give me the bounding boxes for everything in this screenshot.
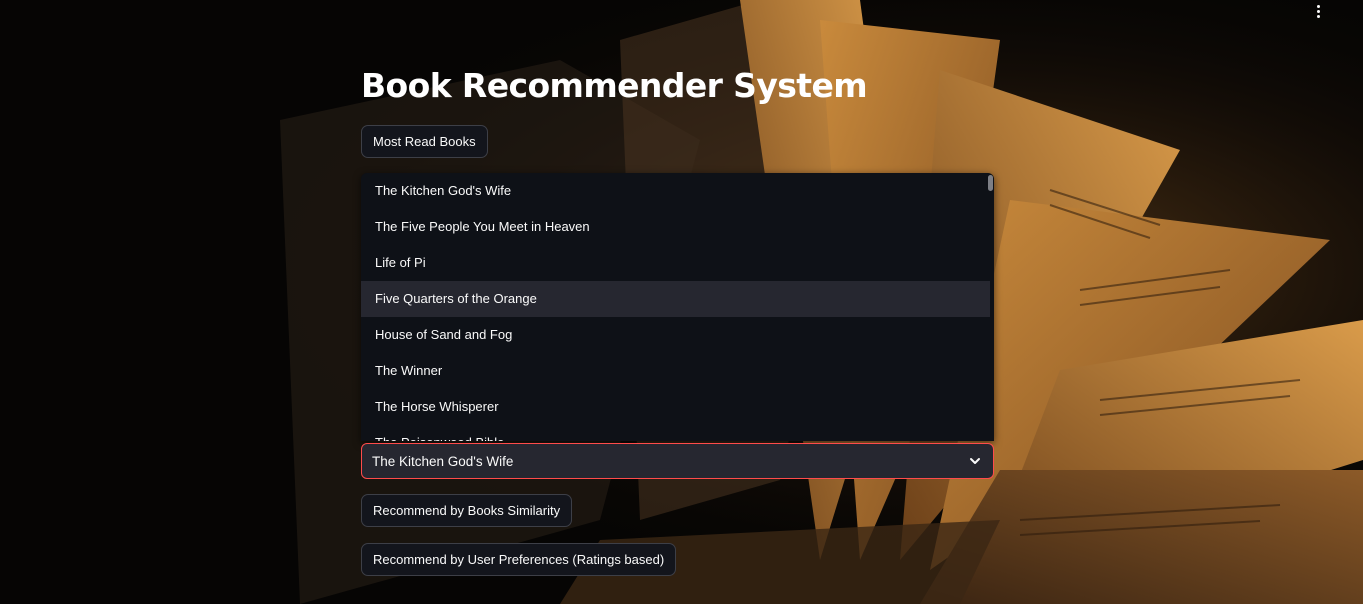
most-read-books-button[interactable]: Most Read Books — [361, 125, 488, 158]
vertical-dots-icon-dot — [1316, 9, 1320, 13]
book-options-list[interactable]: The Kitchen God's Wife The Five People Y… — [361, 173, 994, 441]
option-item[interactable]: House of Sand and Fog — [361, 317, 990, 353]
vertical-dots-icon — [1316, 4, 1320, 8]
option-item[interactable]: The Kitchen God's Wife — [361, 173, 990, 209]
option-item-highlighted[interactable]: Five Quarters of the Orange — [361, 281, 990, 317]
option-item[interactable]: The Horse Whisperer — [361, 389, 990, 425]
option-item[interactable]: The Poisonwood Bible — [361, 425, 990, 441]
recommend-by-preferences-button[interactable]: Recommend by User Preferences (Ratings b… — [361, 543, 677, 576]
chevron-down-icon — [970, 458, 980, 464]
option-item[interactable]: The Winner — [361, 353, 990, 389]
option-item[interactable]: The Five People You Meet in Heaven — [361, 209, 990, 245]
book-select[interactable]: The Kitchen God's Wife — [361, 443, 994, 479]
book-select-value: The Kitchen God's Wife — [372, 453, 514, 469]
recommend-by-similarity-button[interactable]: Recommend by Books Similarity — [361, 494, 573, 527]
list-scrollbar[interactable] — [988, 175, 993, 191]
main-menu-button[interactable] — [1306, 0, 1330, 22]
option-item[interactable]: Life of Pi — [361, 245, 990, 281]
page-title: Book Recommender System — [361, 66, 868, 105]
vertical-dots-icon-dot — [1316, 14, 1320, 18]
